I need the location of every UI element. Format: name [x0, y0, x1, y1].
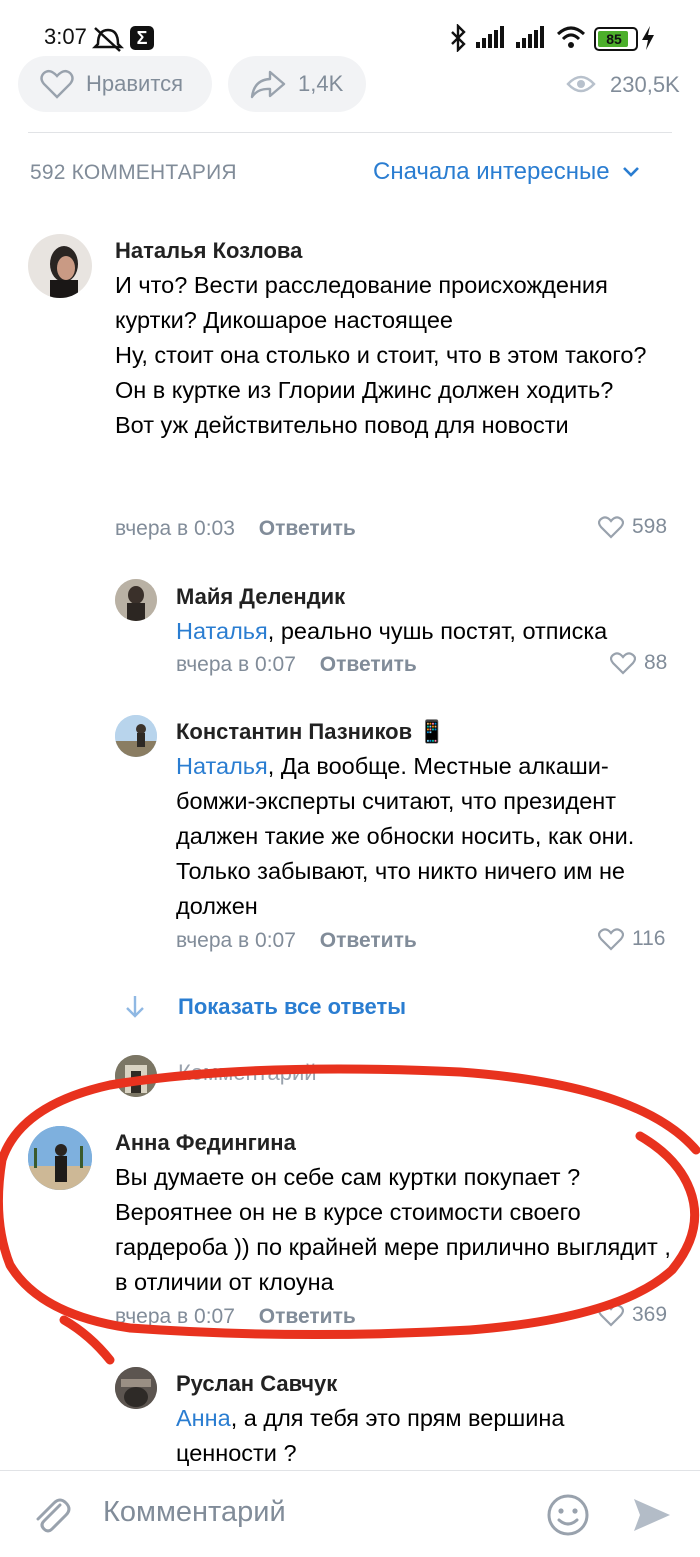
- sort-dropdown[interactable]: Сначала интересные: [373, 158, 640, 186]
- avatar[interactable]: [115, 715, 157, 757]
- show-all-replies-label: Показать все ответы: [178, 994, 407, 1019]
- comment-text: И что? Вести расследование происхождения…: [115, 272, 647, 438]
- comment-time: вчера в 0:07: [115, 1305, 235, 1328]
- comment-author[interactable]: Руслан Савчук: [176, 1371, 337, 1397]
- likes-count: 116: [632, 927, 666, 950]
- bluetooth-icon: [451, 24, 466, 52]
- avatar-photo: [28, 1126, 92, 1190]
- mention-link[interactable]: Наталья: [176, 753, 268, 779]
- avatar-photo: [115, 1055, 157, 1097]
- avatar-photo: [50, 246, 78, 298]
- show-all-replies-button[interactable]: Показать все ответы: [124, 994, 406, 1020]
- comment-body: , а для тебя это прям вершина ценности ?: [176, 1405, 565, 1466]
- sort-label: Сначала интересные: [373, 158, 610, 185]
- avatar-photo: [115, 715, 157, 757]
- reply-button[interactable]: Ответить: [259, 1305, 356, 1328]
- comment-input[interactable]: Комментарий: [103, 1496, 286, 1529]
- avatar-photo: [115, 579, 157, 621]
- views-icon: [566, 75, 596, 93]
- share-count: 1,4K: [298, 71, 344, 96]
- comment-author[interactable]: Константин Пазников 📱: [176, 719, 446, 745]
- paperclip-icon[interactable]: [30, 1493, 72, 1535]
- signal-1-icon: [476, 26, 504, 48]
- alarm-muted-icon: [92, 27, 124, 52]
- comment-author[interactable]: Анна Федингина: [115, 1130, 296, 1156]
- comment-input-bar: Комментарий: [0, 1470, 700, 1557]
- avatar[interactable]: [28, 234, 92, 298]
- reply-button[interactable]: Ответить: [259, 517, 356, 540]
- comment-likes[interactable]: 88: [610, 651, 667, 675]
- share-icon: [250, 70, 286, 99]
- battery-icon: 85: [594, 27, 638, 51]
- comment-text: Наталья, Да вообще. Местные алкаши- бомж…: [176, 749, 676, 924]
- comment-likes[interactable]: 598: [598, 515, 667, 539]
- heart-icon: [610, 651, 636, 675]
- inline-reply-input[interactable]: Комментарий: [178, 1060, 317, 1086]
- chevron-down-icon: [622, 167, 639, 177]
- comment-likes[interactable]: 369: [598, 1303, 667, 1327]
- views-count: 230,5K: [610, 72, 680, 97]
- comment-text: Анна, а для тебя это прям вершина ценнос…: [176, 1401, 656, 1471]
- comment-likes[interactable]: 116: [598, 927, 665, 951]
- comment-meta: вчера в 0:07 Ответить: [176, 653, 417, 677]
- send-icon[interactable]: [630, 1495, 672, 1535]
- status-time: 3:07: [44, 24, 87, 49]
- comment-author[interactable]: Майя Делендик: [176, 584, 345, 610]
- heart-icon: [40, 69, 74, 99]
- comment-meta: вчера в 0:07 Ответить: [115, 1305, 356, 1329]
- arrow-down-icon: [126, 996, 144, 1018]
- wifi-icon: [556, 26, 586, 48]
- reply-button[interactable]: Ответить: [320, 929, 417, 952]
- app-notification-icon: Σ: [130, 26, 154, 50]
- reply-button[interactable]: Ответить: [320, 653, 417, 676]
- emoji-icon[interactable]: [546, 1493, 590, 1537]
- heart-icon: [598, 515, 624, 539]
- comment-text: Наталья, реально чушь постят, отписка: [176, 614, 676, 649]
- share-button[interactable]: 1,4K: [228, 56, 366, 112]
- battery-level: 85: [606, 31, 622, 47]
- heart-icon: [598, 927, 624, 951]
- mention-link[interactable]: Анна: [176, 1405, 231, 1431]
- comment-time: вчера в 0:03: [115, 517, 235, 540]
- likes-count: 369: [632, 1303, 668, 1326]
- avatar[interactable]: [115, 579, 157, 621]
- divider: [28, 132, 672, 133]
- comment-meta: вчера в 0:07 Ответить: [176, 929, 417, 953]
- comment-author[interactable]: Наталья Козлова: [115, 238, 302, 264]
- comment-meta: вчера в 0:03 Ответить: [115, 517, 356, 541]
- comment-time: вчера в 0:07: [176, 653, 296, 676]
- avatar[interactable]: [115, 1367, 157, 1409]
- likes-count: 88: [644, 651, 668, 674]
- heart-icon: [598, 1303, 624, 1327]
- avatar-photo: [115, 1367, 157, 1409]
- mention-link[interactable]: Наталья: [176, 618, 268, 644]
- like-button[interactable]: Нравится: [18, 56, 212, 112]
- avatar[interactable]: [28, 1126, 92, 1190]
- like-label: Нравится: [86, 71, 184, 96]
- charging-icon: [642, 26, 654, 50]
- likes-count: 598: [632, 515, 668, 538]
- signal-2-icon: [516, 26, 544, 48]
- comment-time: вчера в 0:07: [176, 929, 296, 952]
- comments-count: 592 КОММЕНТАРИЯ: [30, 161, 237, 184]
- avatar: [115, 1055, 157, 1097]
- comment-body: , реально чушь постят, отписка: [267, 618, 608, 644]
- comment-text: Вы думаете он себе сам куртки покупает ?…: [115, 1164, 671, 1295]
